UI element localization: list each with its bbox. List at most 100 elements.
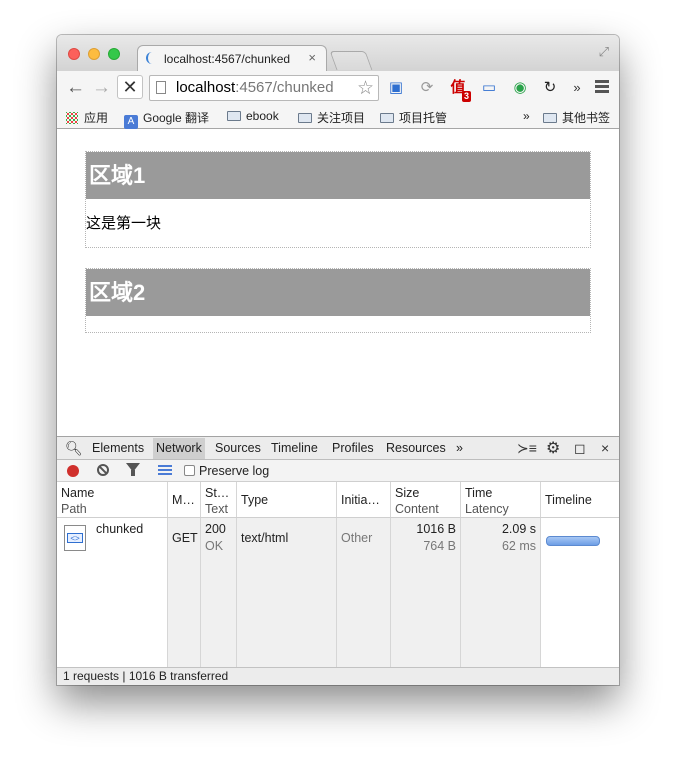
devtools-close-icon[interactable]: × — [601, 440, 609, 456]
row-time-cell: 2.09 s 62 ms — [461, 518, 541, 668]
refresh-extension-icon[interactable]: ↻ — [541, 79, 559, 97]
price-extension-icon[interactable]: 值3 — [449, 79, 471, 102]
tab-sources[interactable]: Sources — [215, 441, 261, 455]
apps-grid-icon — [66, 112, 78, 124]
folder-icon — [380, 113, 394, 123]
clear-icon[interactable] — [97, 464, 109, 476]
loading-spinner-icon — [146, 52, 158, 64]
row-name: chunked — [96, 522, 144, 536]
row-size: 1016 B — [416, 522, 456, 536]
sync-extension-icon[interactable]: ⟳ — [418, 79, 436, 97]
record-button[interactable] — [67, 465, 79, 477]
back-arrow-icon[interactable]: ← — [66, 76, 85, 100]
folder-icon — [227, 111, 241, 121]
address-bar[interactable]: localhost:4567/chunked ☆ — [149, 75, 379, 101]
large-rows-icon[interactable] — [158, 465, 172, 477]
html-file-icon: <> — [64, 525, 86, 551]
console-drawer-icon[interactable]: ≻≡ — [517, 440, 537, 457]
region-2-title: 区域2 — [86, 269, 590, 316]
row-status-cell: 200 OK — [201, 518, 237, 668]
tab-title: localhost:4567/chunked — [164, 52, 291, 66]
column-type[interactable]: Type — [237, 482, 337, 517]
column-status[interactable]: St… Text — [201, 482, 237, 517]
search-icon[interactable]: 🔍︎ — [65, 440, 83, 457]
bookmarks-overflow[interactable]: » — [523, 109, 530, 123]
preserve-log-label: Preserve log — [199, 464, 270, 478]
row-timeline-cell — [541, 518, 619, 668]
column-size[interactable]: Size Content — [391, 482, 461, 517]
bookmark-apps[interactable]: 应用 — [66, 109, 108, 126]
row-status-text: OK — [205, 539, 224, 553]
row-method: GET — [172, 531, 198, 545]
devtools-tab-bar: 🔍︎ Elements Network Sources Timeline Pro… — [57, 437, 619, 460]
tab-resources[interactable]: Resources — [386, 441, 446, 455]
tabs-overflow[interactable]: » — [456, 441, 463, 455]
row-type: text/html — [241, 531, 289, 545]
settings-gear-icon[interactable]: ⚙ — [546, 438, 560, 458]
bookmark-watched-projects[interactable]: 关注项目 — [298, 109, 365, 126]
timeline-bar[interactable] — [546, 536, 600, 546]
bookmark-star-icon[interactable]: ☆ — [357, 77, 374, 100]
region-2-body — [86, 316, 590, 332]
bookmarks-bar: 应用 A Google 翻译 ebook 关注项目 项目托管 » 其他书签 — [57, 105, 619, 129]
window-zoom-button[interactable] — [108, 48, 120, 60]
toolbar: ← → ✕ localhost:4567/chunked ☆ ▣ ⟳ 值3 ▭ … — [57, 71, 619, 105]
chrome-menu-icon[interactable] — [595, 80, 609, 95]
folder-icon — [543, 113, 557, 123]
extensions-overflow[interactable]: » — [568, 79, 586, 97]
row-size-cell: 1016 B 764 B — [391, 518, 461, 668]
fullscreen-icon[interactable]: ⤢ — [599, 44, 609, 60]
column-time[interactable]: Time Latency — [461, 482, 541, 517]
capture-extension-icon[interactable]: ▭ — [480, 79, 498, 97]
tab-strip: localhost:4567/chunked × ⤢ — [57, 35, 619, 71]
column-method[interactable]: M… — [168, 482, 201, 517]
tab-profiles[interactable]: Profiles — [332, 441, 374, 455]
page-icon — [156, 81, 166, 94]
column-name[interactable]: Name Path — [57, 482, 168, 517]
browser-window: localhost:4567/chunked × ⤢ ← → ✕ localho… — [57, 35, 619, 685]
network-controls: Preserve log — [57, 460, 619, 482]
row-initiator: Other — [341, 531, 373, 545]
timer-extension-icon[interactable]: ◉ — [511, 79, 529, 97]
new-tab-button[interactable] — [329, 51, 373, 70]
column-initiator[interactable]: Initia… — [337, 482, 391, 517]
region-1-title: 区域1 — [86, 152, 590, 199]
filter-icon[interactable] — [126, 463, 140, 476]
bookmark-other[interactable]: 其他书签 — [543, 109, 610, 126]
table-row[interactable]: <> chunked — [57, 518, 168, 668]
network-table-body: <> chunked GET 200 OK text/html Other 10… — [57, 518, 619, 668]
bookmark-project-hosting[interactable]: 项目托管 — [380, 109, 447, 126]
extension-badge: 3 — [461, 91, 471, 102]
google-translate-icon: A — [124, 115, 138, 129]
network-summary: 1 requests | 1016 B transferred — [57, 667, 619, 685]
row-status-code: 200 — [205, 522, 226, 536]
window-close-button[interactable] — [68, 48, 80, 60]
bookmark-ebook[interactable]: ebook — [227, 109, 279, 123]
stop-loading-button[interactable]: ✕ — [117, 75, 143, 99]
screenshot-extension-icon[interactable]: ▣ — [387, 79, 405, 97]
tab-close-icon[interactable]: × — [308, 50, 316, 65]
bookmark-google-translate[interactable]: A Google 翻译 — [124, 109, 209, 129]
region-1: 区域1 这是第一块 — [85, 151, 591, 248]
forward-arrow-icon[interactable]: → — [92, 76, 111, 100]
region-1-body: 这是第一块 — [86, 215, 162, 232]
tab-elements[interactable]: Elements — [92, 441, 144, 455]
tab-network[interactable]: Network — [153, 438, 205, 459]
row-type-cell: text/html — [237, 518, 337, 668]
window-minimize-button[interactable] — [88, 48, 100, 60]
network-table-header: Name Path M… St… Text Type Initia… Size Con… — [57, 482, 619, 518]
row-content: 764 B — [423, 539, 456, 553]
url-text: localhost:4567/chunked — [176, 79, 334, 96]
column-timeline[interactable]: Timeline — [541, 482, 619, 517]
row-method-cell: GET — [168, 518, 201, 668]
devtools-panel: 🔍︎ Elements Network Sources Timeline Pro… — [57, 436, 619, 685]
row-latency: 62 ms — [501, 539, 536, 553]
region-2: 区域2 — [85, 268, 591, 333]
page-viewport: 区域1 这是第一块 区域2 — [57, 129, 619, 436]
dock-side-icon[interactable]: ◻ — [574, 440, 586, 457]
preserve-log-checkbox[interactable] — [184, 465, 195, 476]
row-initiator-cell: Other — [337, 518, 391, 668]
browser-tab[interactable]: localhost:4567/chunked × — [137, 45, 327, 71]
row-time: 2.09 s — [501, 522, 536, 536]
tab-timeline[interactable]: Timeline — [271, 441, 318, 455]
